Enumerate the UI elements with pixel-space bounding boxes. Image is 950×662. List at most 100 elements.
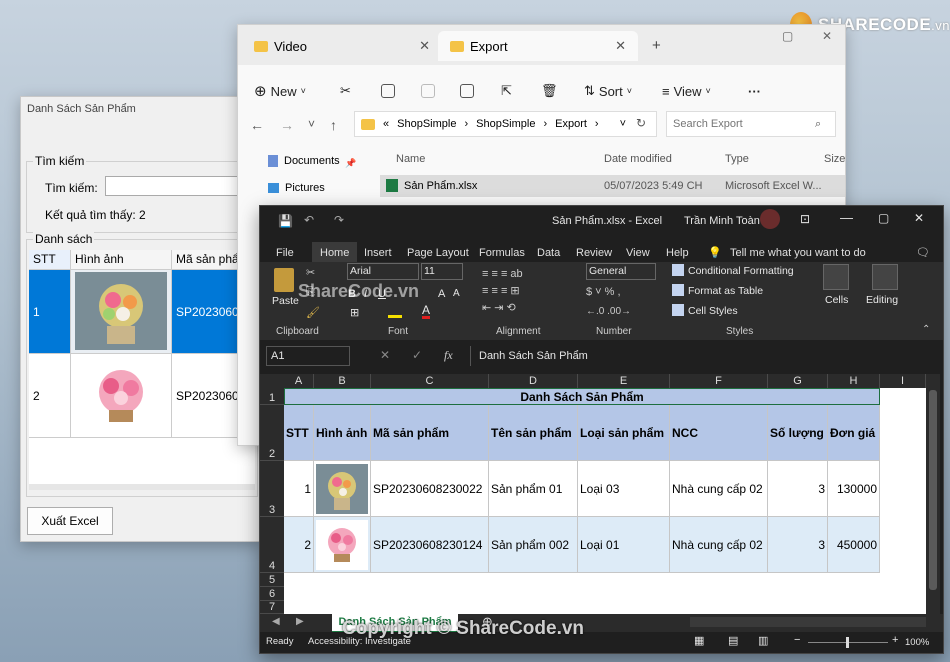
- cell-name[interactable]: Sản phẩm 002: [489, 517, 578, 573]
- paste-icon[interactable]: [274, 268, 294, 292]
- horizontal-scrollbar[interactable]: [690, 617, 926, 627]
- menu-help[interactable]: Help: [666, 242, 689, 264]
- column-size[interactable]: Size: [824, 153, 845, 165]
- ribbon-display-icon[interactable]: ⊡: [800, 212, 810, 226]
- column-type[interactable]: Type: [725, 153, 749, 165]
- menu-insert[interactable]: Insert: [364, 242, 392, 264]
- select-all-corner[interactable]: [260, 374, 284, 388]
- menu-review[interactable]: Review: [576, 242, 612, 264]
- header-cell-price[interactable]: Đơn giá: [828, 405, 880, 461]
- row-header-4[interactable]: 4: [260, 517, 284, 573]
- normal-view-icon[interactable]: ▦: [694, 634, 704, 647]
- tell-me-box[interactable]: Tell me what you want to do: [730, 242, 866, 264]
- function-icon[interactable]: fx: [444, 348, 453, 363]
- header-cell-ncc[interactable]: NCC: [670, 405, 768, 461]
- column-header-h[interactable]: H: [828, 374, 880, 388]
- cell-stt[interactable]: 1: [284, 461, 314, 517]
- grow-font-icon[interactable]: A: [438, 288, 445, 300]
- sheet-title-cell[interactable]: Danh Sách Sản Phẩm: [284, 388, 880, 405]
- refresh-icon[interactable]: ↻: [636, 116, 646, 130]
- column-name[interactable]: Name: [396, 153, 425, 165]
- cut-button[interactable]: ✂: [340, 77, 351, 105]
- up-icon[interactable]: ↑: [330, 117, 337, 133]
- save-icon[interactable]: 💾: [278, 214, 293, 228]
- search-box[interactable]: ⌕: [666, 111, 836, 137]
- header-cell-type[interactable]: Loại sản phẩm: [578, 405, 670, 461]
- grid-header-stt[interactable]: STT: [29, 250, 71, 270]
- currency-percent-icons[interactable]: $ ˅ % ,: [586, 286, 621, 298]
- formula-bar[interactable]: Danh Sách Sản Phẩm: [470, 346, 936, 366]
- row-header-2[interactable]: 2: [260, 405, 284, 461]
- rename-button[interactable]: [460, 77, 474, 105]
- conditional-formatting-button[interactable]: Conditional Formatting: [688, 265, 794, 277]
- window-close-icon[interactable]: ✕: [822, 29, 832, 43]
- close-tab-icon[interactable]: ✕: [419, 38, 430, 54]
- nav-documents[interactable]: Documents: [268, 155, 340, 167]
- vertical-scrollbar[interactable]: [926, 374, 940, 614]
- header-cell-name[interactable]: Tên sản phẩm: [489, 405, 578, 461]
- fill-color-icon[interactable]: [388, 306, 402, 318]
- menu-page-layout[interactable]: Page Layout: [407, 242, 469, 264]
- column-header-d[interactable]: D: [489, 374, 578, 388]
- zoom-slider-thumb[interactable]: [846, 637, 849, 648]
- cell-image[interactable]: [314, 461, 371, 517]
- font-size-box[interactable]: 11: [421, 263, 463, 280]
- zoom-level[interactable]: 100%: [905, 637, 929, 648]
- new-button[interactable]: ⊕ New ˅: [254, 77, 306, 105]
- cancel-icon[interactable]: ✕: [380, 348, 390, 362]
- column-header-e[interactable]: E: [578, 374, 670, 388]
- undo-icon[interactable]: ↶: [304, 213, 314, 227]
- copy-button[interactable]: [381, 77, 395, 105]
- column-header-a[interactable]: A: [284, 374, 314, 388]
- delete-button[interactable]: 🗑: [541, 77, 558, 105]
- zoom-in-icon[interactable]: +: [892, 634, 898, 646]
- grid-row-1-stt[interactable]: 1: [29, 270, 71, 354]
- header-cell-stt[interactable]: STT: [284, 405, 314, 461]
- shrink-font-icon[interactable]: A: [453, 288, 460, 299]
- cell-price[interactable]: 450000: [828, 517, 880, 573]
- more-options-icon[interactable]: ···: [748, 77, 761, 105]
- window-restore-icon[interactable]: ▢: [782, 29, 793, 43]
- grid-horizontal-scrollbar[interactable]: [29, 484, 255, 490]
- borders-icon[interactable]: ⊞: [350, 306, 359, 319]
- font-color-icon[interactable]: A: [422, 304, 431, 319]
- view-button[interactable]: ≡ View ˅: [662, 77, 711, 105]
- header-cell-code[interactable]: Mã sản phẩm: [371, 405, 489, 461]
- format-as-table-button[interactable]: Format as Table: [688, 285, 763, 297]
- sort-button[interactable]: ⇅ Sort ˅: [584, 77, 632, 105]
- minimize-icon[interactable]: —: [840, 210, 853, 225]
- recent-locations-icon[interactable]: ˅: [308, 117, 315, 131]
- editing-icon[interactable]: [872, 264, 898, 290]
- menu-formulas[interactable]: Formulas: [479, 242, 525, 264]
- cell-type[interactable]: Loại 03: [578, 461, 670, 517]
- forward-icon[interactable]: →: [280, 117, 294, 133]
- column-date[interactable]: Date modified: [604, 153, 672, 165]
- back-icon[interactable]: ←: [250, 117, 264, 133]
- prev-sheet-icon[interactable]: ◀: [272, 616, 280, 627]
- format-painter-icon[interactable]: 🖌: [306, 306, 320, 319]
- avatar[interactable]: [760, 209, 780, 229]
- menu-file[interactable]: File: [276, 242, 294, 264]
- cell-ncc[interactable]: Nhà cung cấp 02: [670, 517, 768, 573]
- editing-button[interactable]: Editing: [866, 294, 898, 306]
- comments-icon[interactable]: 🗨: [916, 242, 930, 264]
- header-cell-image[interactable]: Hình ảnh: [314, 405, 371, 461]
- column-header-g[interactable]: G: [768, 374, 828, 388]
- cell-qty[interactable]: 3: [768, 461, 828, 517]
- breadcrumb[interactable]: «ShopSimple › ShopSimple › Export › ˅: [354, 111, 657, 137]
- row-header-3[interactable]: 3: [260, 461, 284, 517]
- row-header-6[interactable]: 6: [260, 587, 284, 601]
- cut-icon[interactable]: ✂: [306, 266, 315, 279]
- cell-name[interactable]: Sản phẩm 01: [489, 461, 578, 517]
- cell-code[interactable]: SP20230608230124: [371, 517, 489, 573]
- paste-button[interactable]: [421, 77, 435, 105]
- product-grid[interactable]: STT Hình ảnh Mã sản phẩ 1 SP2023060 2 SP…: [29, 250, 255, 490]
- page-layout-icon[interactable]: ▤: [728, 634, 738, 647]
- cell-ncc[interactable]: Nhà cung cấp 02: [670, 461, 768, 517]
- alignment-icons[interactable]: ≡ ≡ ≡ ab ≡ ≡ ≡ ⊞ ⇤ ⇥ ⟲: [482, 266, 558, 318]
- cell-code[interactable]: SP20230608230022: [371, 461, 489, 517]
- name-box[interactable]: A1: [266, 346, 350, 366]
- cells-icon[interactable]: [823, 264, 849, 290]
- cell-styles-button[interactable]: Cell Styles: [688, 305, 738, 317]
- cell-price[interactable]: 130000: [828, 461, 880, 517]
